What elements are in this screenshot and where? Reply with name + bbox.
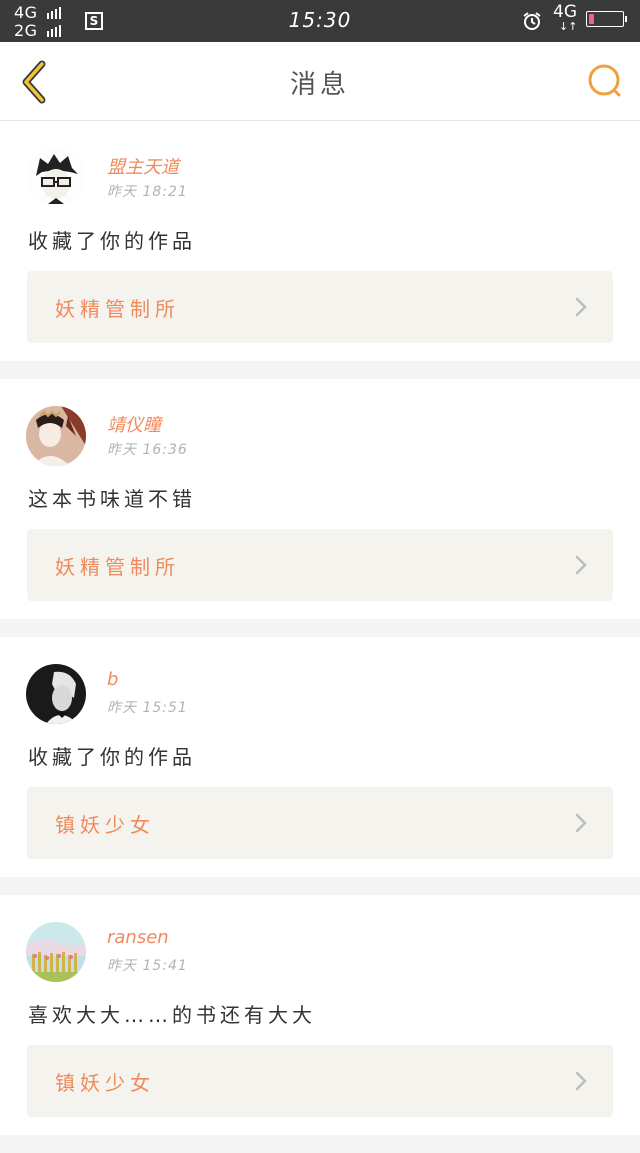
avatar[interactable] [26, 664, 86, 724]
data-arrows-icon: ↓↑ [559, 20, 578, 33]
book-title: 妖精管制所 [55, 297, 180, 321]
network-label: 4G [553, 2, 577, 22]
message-list: 盟主天道 昨天 18:21 收藏了你的作品 妖精管制所 靖仪瞳 昨天 16:36… [0, 121, 640, 1153]
book-title: 妖精管制所 [55, 555, 180, 579]
username[interactable]: 盟主天道 [107, 153, 179, 179]
message-text: 喜欢大大……的书还有大大 [28, 1003, 316, 1027]
avatar[interactable] [26, 922, 86, 982]
book-link[interactable]: 妖精管制所 [27, 271, 613, 343]
book-link[interactable]: 妖精管制所 [27, 529, 613, 601]
message-card: 盟主天道 昨天 18:21 收藏了你的作品 妖精管制所 [0, 121, 640, 361]
timestamp: 昨天 18:21 [107, 184, 188, 200]
chevron-right-icon [575, 813, 587, 833]
status-time: 15:30 [288, 8, 352, 32]
book-title: 镇妖少女 [55, 813, 155, 837]
message-text: 收藏了你的作品 [28, 745, 196, 769]
book-link[interactable]: 镇妖少女 [27, 1045, 613, 1117]
alarm-icon [523, 12, 541, 30]
message-card: b 昨天 15:51 收藏了你的作品 镇妖少女 [0, 637, 640, 877]
message-text: 收藏了你的作品 [28, 229, 196, 253]
page-title: 消息 [289, 70, 350, 100]
nav-bar: 消息 [0, 42, 640, 121]
chevron-right-icon [575, 1071, 587, 1091]
book-link[interactable]: 镇妖少女 [27, 787, 613, 859]
timestamp: 昨天 15:41 [107, 958, 188, 974]
username[interactable]: b [107, 669, 118, 690]
chevron-right-icon [575, 555, 587, 575]
battery-icon [586, 11, 627, 27]
avatar[interactable] [26, 148, 86, 208]
timestamp: 昨天 16:36 [107, 442, 188, 458]
chevron-right-icon [575, 297, 587, 317]
avatar[interactable] [26, 406, 86, 466]
search-icon[interactable] [586, 62, 624, 100]
username[interactable]: 靖仪瞳 [107, 411, 161, 437]
username[interactable]: ransen [107, 927, 169, 948]
message-text: 这本书味道不错 [28, 487, 196, 511]
status-bar: 4G 2G S 15:30 4G ↓↑ [0, 0, 640, 42]
battery-fill [589, 14, 594, 24]
message-card: ransen 昨天 15:41 喜欢大大……的书还有大大 镇妖少女 [0, 895, 640, 1135]
timestamp: 昨天 15:51 [107, 700, 188, 716]
message-card: 靖仪瞳 昨天 16:36 这本书味道不错 妖精管制所 [0, 379, 640, 619]
book-title: 镇妖少女 [55, 1071, 155, 1095]
